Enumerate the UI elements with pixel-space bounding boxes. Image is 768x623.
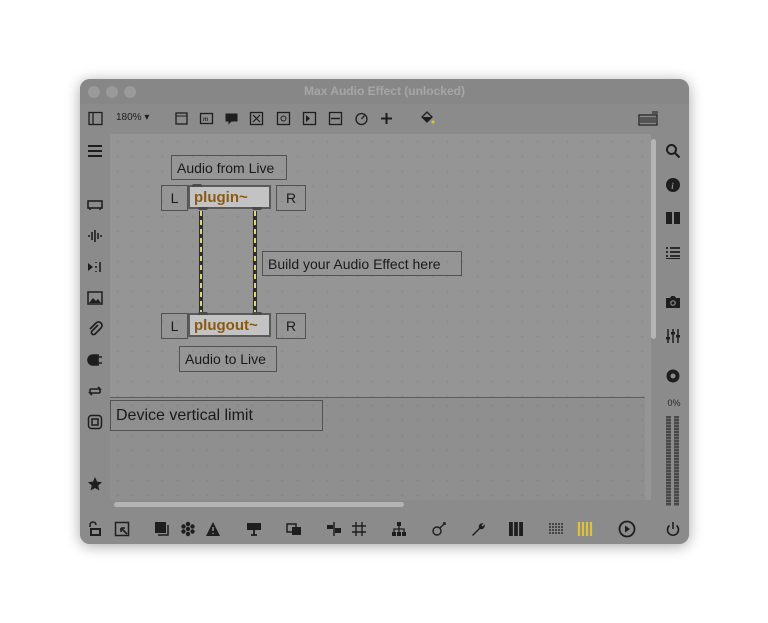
inlet[interactable]	[192, 184, 202, 187]
right-label-text: R	[285, 190, 297, 206]
left-sidebar	[80, 134, 110, 513]
lock-icon[interactable]	[86, 520, 104, 538]
waveform-icon[interactable]	[86, 227, 104, 245]
new-comment-icon[interactable]	[223, 110, 239, 126]
bottom-toolbar	[80, 513, 689, 544]
bring-to-front-icon[interactable]	[285, 520, 303, 538]
outlet-right[interactable]	[252, 207, 262, 210]
comment-build-effect[interactable]: Build your Audio Effect here	[262, 251, 462, 276]
info-icon[interactable]: i	[664, 176, 682, 194]
left-label-text: L	[170, 318, 179, 334]
search-icon[interactable]	[664, 142, 682, 160]
paperclip-icon[interactable]	[86, 320, 104, 338]
new-object-icon[interactable]	[173, 110, 189, 126]
presentation-mode-icon[interactable]	[113, 520, 131, 538]
new-slider-icon[interactable]	[327, 110, 343, 126]
top-toolbar: 180% ▾ m	[80, 104, 689, 134]
patcher-canvas[interactable]: Audio from Live L plugin~ R Build your A…	[110, 134, 651, 507]
hierarchy-icon[interactable]	[390, 520, 408, 538]
grid-icon[interactable]	[350, 520, 368, 538]
title-bar: Max Audio Effect (unlocked)	[80, 79, 689, 104]
plugout-object[interactable]: plugout~	[188, 312, 271, 337]
keyboard-grid-icon[interactable]	[637, 110, 659, 126]
comment-audio-from-live[interactable]: Audio from Live	[171, 155, 287, 180]
level-meter-right	[674, 416, 679, 506]
plugin-object[interactable]: plugin~	[188, 184, 271, 210]
keyboard-icon[interactable]	[547, 520, 565, 538]
device-vertical-limit-label[interactable]: Device vertical limit	[110, 400, 323, 431]
comment-text: Build your Audio Effect here	[268, 255, 441, 272]
plug-icon[interactable]	[86, 351, 104, 369]
camera-icon[interactable]	[664, 293, 682, 311]
cpu-meter-icon[interactable]	[664, 367, 682, 385]
device-limit-text: Device vertical limit	[116, 406, 253, 424]
vertical-scrollbar[interactable]	[651, 139, 656, 339]
new-message-icon[interactable]: m	[198, 110, 214, 126]
comment-text: Audio to Live	[185, 351, 266, 367]
max-patcher-window: Max Audio Effect (unlocked) 180% ▾ m Aud…	[80, 79, 689, 544]
left-channel-label[interactable]: L	[161, 185, 188, 211]
zoom-value: 180%	[116, 112, 142, 123]
presentation-icon[interactable]	[86, 196, 104, 214]
snippets-icon[interactable]	[430, 520, 448, 538]
wrench-icon[interactable]	[469, 520, 487, 538]
playlist-icon[interactable]	[86, 258, 104, 276]
sidebar-toggle-icon[interactable]	[87, 110, 103, 126]
power-icon[interactable]	[664, 520, 682, 538]
left-channel-label[interactable]: L	[161, 313, 188, 339]
level-meter-left	[666, 416, 671, 506]
zoom-menu[interactable]: 180% ▾	[116, 112, 149, 123]
right-label-text: R	[285, 318, 297, 334]
inlet-right[interactable]	[252, 312, 262, 315]
left-label-text: L	[170, 190, 179, 206]
freeze-icon[interactable]	[179, 520, 197, 538]
meter-bars-icon[interactable]	[576, 520, 594, 538]
book-icon[interactable]	[664, 209, 682, 227]
menu-icon[interactable]	[86, 142, 104, 160]
new-toggle-icon[interactable]	[248, 110, 264, 126]
right-channel-label[interactable]: R	[276, 313, 306, 339]
cpu-meter-label: 0%	[667, 398, 681, 408]
inlet-left[interactable]	[198, 312, 208, 315]
plugout-object-text: plugout~	[194, 316, 258, 334]
plugin-object-text: plugin~	[194, 188, 248, 206]
frame-icon[interactable]	[86, 413, 104, 431]
warning-icon[interactable]	[204, 520, 222, 538]
image-icon[interactable]	[86, 289, 104, 307]
piano-roll-icon[interactable]	[507, 520, 525, 538]
right-sidebar: i 0%	[657, 134, 689, 513]
new-dial-icon[interactable]	[353, 110, 369, 126]
star-icon[interactable]	[86, 475, 104, 493]
align-icon[interactable]	[325, 520, 343, 538]
svg-text:m: m	[203, 115, 208, 123]
add-object-icon[interactable]	[378, 110, 394, 126]
outlet-left[interactable]	[198, 207, 208, 210]
new-number-icon[interactable]	[301, 110, 317, 126]
horizontal-scrollbar[interactable]	[114, 502, 404, 507]
format-paint-icon[interactable]	[419, 110, 435, 126]
debug-icon[interactable]	[245, 520, 263, 538]
comment-audio-to-live[interactable]: Audio to Live	[179, 346, 277, 372]
new-view-icon[interactable]	[153, 520, 171, 538]
right-channel-label[interactable]: R	[276, 185, 306, 211]
play-icon[interactable]	[618, 520, 636, 538]
new-button-icon[interactable]	[275, 110, 291, 126]
list-icon[interactable]	[664, 244, 682, 262]
comment-text: Audio from Live	[177, 159, 275, 176]
chevron-down-icon: ▾	[144, 112, 150, 123]
mixer-icon[interactable]	[664, 327, 682, 345]
window-title: Max Audio Effect (unlocked)	[304, 84, 465, 98]
loop-icon[interactable]	[86, 382, 104, 400]
